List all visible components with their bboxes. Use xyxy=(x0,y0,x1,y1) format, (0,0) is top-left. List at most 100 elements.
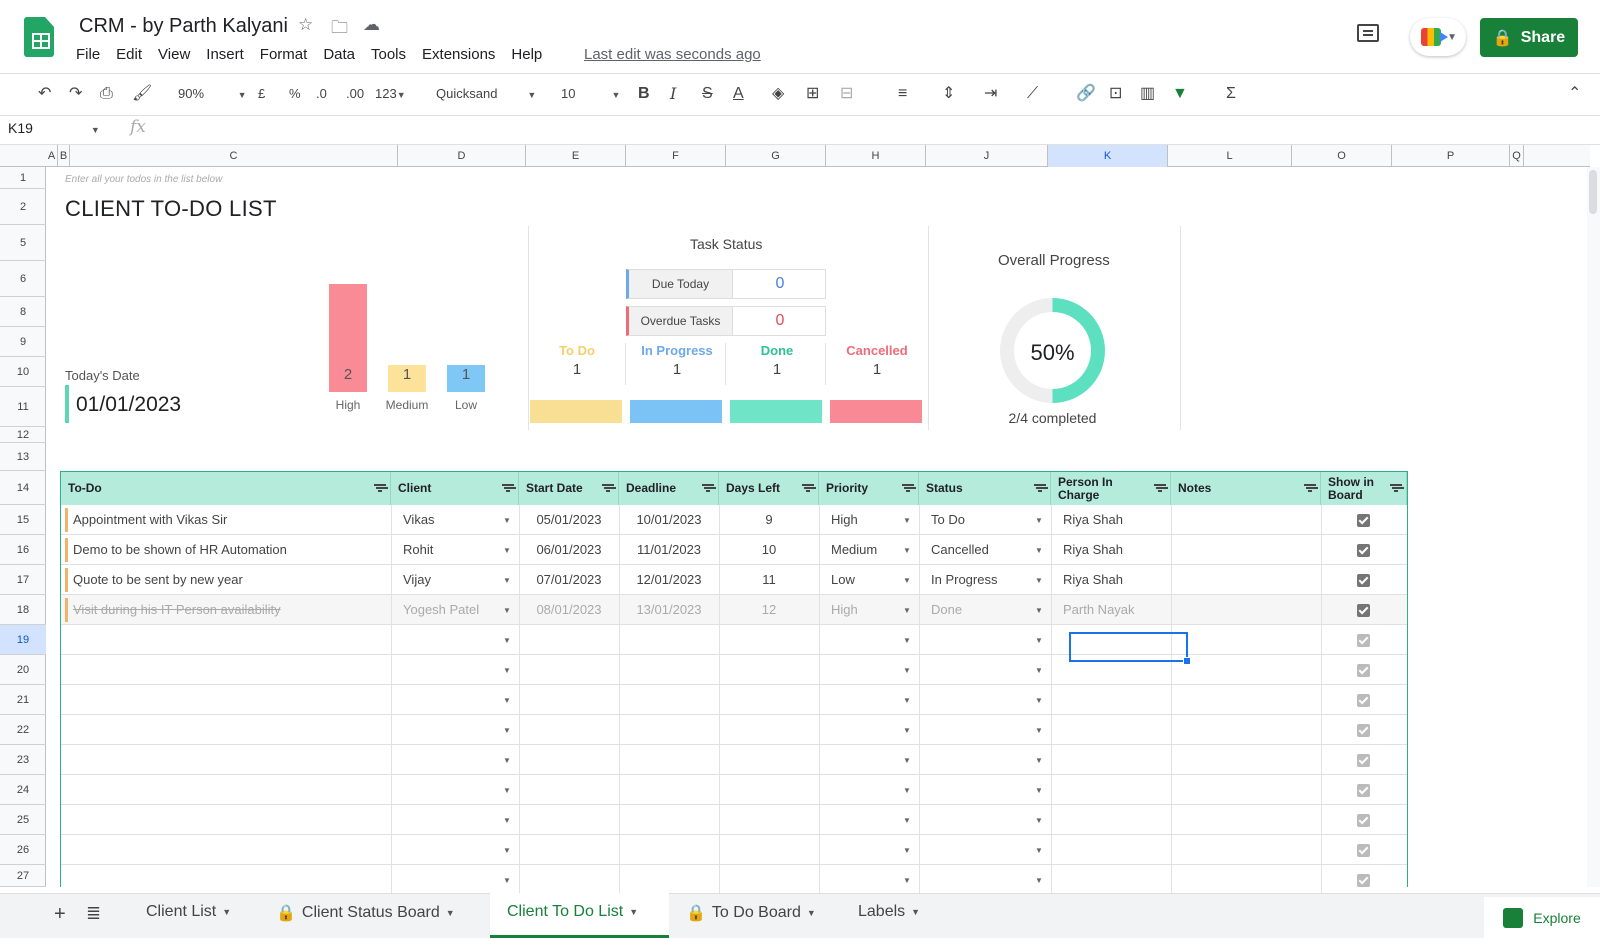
borders-icon[interactable]: ⊞ xyxy=(806,84,819,104)
cell-deadline[interactable]: 11/01/2023 xyxy=(619,535,719,565)
show-in-board-checkbox[interactable] xyxy=(1357,604,1370,617)
show-in-board-checkbox[interactable] xyxy=(1357,754,1370,767)
insert-chart-icon[interactable]: ▥ xyxy=(1140,84,1155,104)
dropdown-icon[interactable]: ▼ xyxy=(1035,546,1043,555)
cell-status[interactable]: Done xyxy=(931,595,1033,625)
row-header-8[interactable]: 8 xyxy=(0,297,46,327)
undo-icon[interactable]: ↶ xyxy=(38,84,51,104)
cell-status[interactable]: To Do xyxy=(931,505,1033,535)
column-header-client[interactable]: Client xyxy=(391,472,519,505)
row-header-27[interactable]: 27 xyxy=(0,865,46,887)
scrollbar-thumb[interactable] xyxy=(1589,170,1597,214)
filter-icon[interactable] xyxy=(902,484,914,493)
row-header-13[interactable]: 13 xyxy=(0,443,46,471)
row-header-5[interactable]: 5 xyxy=(0,225,46,261)
bold-button[interactable]: B xyxy=(638,84,650,104)
star-icon[interactable]: ☆ xyxy=(298,15,313,35)
vertical-align-icon[interactable]: ⇕ xyxy=(942,84,955,104)
filter-icon[interactable] xyxy=(374,484,386,493)
column-header-g[interactable]: G xyxy=(726,145,826,167)
functions-button[interactable]: Σ xyxy=(1226,84,1236,104)
table-row[interactable] xyxy=(61,805,1407,835)
dropdown-icon[interactable]: ▼ xyxy=(503,666,511,675)
row-header-18[interactable]: 18 xyxy=(0,595,46,625)
merge-cells-icon[interactable]: ⊟ xyxy=(840,84,853,104)
cell-client[interactable]: Vijay xyxy=(403,565,501,595)
cell-start[interactable]: 07/01/2023 xyxy=(519,565,619,595)
cell-days[interactable]: 9 xyxy=(719,505,819,535)
dropdown-icon[interactable]: ▼ xyxy=(503,876,511,885)
cell-client[interactable]: Yogesh Patel xyxy=(403,595,501,625)
menu-item-tools[interactable]: Tools xyxy=(371,45,414,65)
column-header-notes[interactable]: Notes xyxy=(1171,472,1321,505)
currency-format-button[interactable]: £ xyxy=(258,85,265,103)
menu-item-file[interactable]: File xyxy=(76,45,108,65)
row-header-25[interactable]: 25 xyxy=(0,805,46,835)
dropdown-icon[interactable]: ▼ xyxy=(903,846,911,855)
cell-start[interactable]: 08/01/2023 xyxy=(519,595,619,625)
zoom-select[interactable]: 90% ▼ xyxy=(178,85,247,104)
dropdown-icon[interactable]: ▼ xyxy=(1035,756,1043,765)
dropdown-icon[interactable]: ▼ xyxy=(903,546,911,555)
cell-notes[interactable] xyxy=(1183,565,1303,595)
column-header-o[interactable]: O xyxy=(1292,145,1392,167)
cell-notes[interactable] xyxy=(1183,595,1303,625)
name-box[interactable]: K19 ▼ xyxy=(8,120,100,136)
text-wrap-icon[interactable]: ⇥ xyxy=(984,84,997,104)
table-row[interactable] xyxy=(61,655,1407,685)
dropdown-icon[interactable]: ▼ xyxy=(1035,666,1043,675)
filter-icon[interactable] xyxy=(602,484,614,493)
show-in-board-checkbox[interactable] xyxy=(1357,724,1370,737)
cell-person[interactable]: Riya Shah xyxy=(1063,505,1153,535)
strikethrough-button[interactable]: S xyxy=(702,84,713,104)
paint-format-icon[interactable]: 🖌 xyxy=(132,84,152,104)
show-in-board-checkbox[interactable] xyxy=(1357,784,1370,797)
row-header-9[interactable]: 9 xyxy=(0,327,46,357)
table-row[interactable] xyxy=(61,775,1407,805)
column-header-b[interactable]: B xyxy=(58,145,70,167)
show-in-board-checkbox[interactable] xyxy=(1357,634,1370,647)
last-edit-link[interactable]: Last edit was seconds ago xyxy=(584,45,761,65)
cell-deadline[interactable]: 10/01/2023 xyxy=(619,505,719,535)
move-folder-icon[interactable]: 🗀 xyxy=(331,15,348,44)
cell-days[interactable]: 10 xyxy=(719,535,819,565)
cell-status[interactable]: In Progress xyxy=(931,565,1033,595)
cell-days[interactable]: 12 xyxy=(719,595,819,625)
cell-deadline[interactable]: 13/01/2023 xyxy=(619,595,719,625)
tab-client-list[interactable]: Client List ▼ xyxy=(146,903,231,921)
row-header-23[interactable]: 23 xyxy=(0,745,46,775)
dropdown-icon[interactable]: ▼ xyxy=(1035,606,1043,615)
row-header-11[interactable]: 11 xyxy=(0,387,46,427)
filter-icon[interactable]: ▼ xyxy=(1172,84,1188,104)
show-in-board-checkbox[interactable] xyxy=(1357,514,1370,527)
insert-comment-icon[interactable]: ⊡ xyxy=(1109,84,1122,104)
dropdown-icon[interactable]: ▼ xyxy=(1035,516,1043,525)
row-header-20[interactable]: 20 xyxy=(0,655,46,685)
menu-item-extensions[interactable]: Extensions xyxy=(422,45,503,65)
cell-status[interactable]: Cancelled xyxy=(931,535,1033,565)
column-header-status[interactable]: Status xyxy=(919,472,1051,505)
column-header-q[interactable]: Q xyxy=(1510,145,1524,167)
table-row[interactable] xyxy=(61,745,1407,775)
dropdown-icon[interactable]: ▼ xyxy=(1035,786,1043,795)
cell-client[interactable]: Rohit xyxy=(403,535,501,565)
dropdown-icon[interactable]: ▼ xyxy=(903,666,911,675)
dropdown-icon[interactable]: ▼ xyxy=(503,576,511,585)
insert-link-icon[interactable]: 🔗 xyxy=(1076,84,1096,104)
dropdown-icon[interactable]: ▼ xyxy=(503,786,511,795)
dropdown-icon[interactable]: ▼ xyxy=(903,636,911,645)
tab-client-status-board[interactable]: 🔒 Client Status Board ▼ xyxy=(276,903,455,923)
redo-icon[interactable]: ↷ xyxy=(69,84,82,104)
fill-color-icon[interactable]: ◈ xyxy=(772,84,784,104)
cloud-status-icon[interactable]: ☁ xyxy=(363,15,380,35)
add-sheet-icon[interactable]: + xyxy=(54,903,66,926)
dropdown-icon[interactable]: ▼ xyxy=(503,756,511,765)
row-header-2[interactable]: 2 xyxy=(0,189,46,225)
dropdown-icon[interactable]: ▼ xyxy=(503,696,511,705)
column-header-a[interactable]: A xyxy=(46,145,58,167)
row-header-10[interactable]: 10 xyxy=(0,357,46,387)
dropdown-icon[interactable]: ▼ xyxy=(503,816,511,825)
dropdown-icon[interactable]: ▼ xyxy=(503,726,511,735)
dropdown-icon[interactable]: ▼ xyxy=(1035,846,1043,855)
dropdown-icon[interactable]: ▼ xyxy=(1035,876,1043,885)
